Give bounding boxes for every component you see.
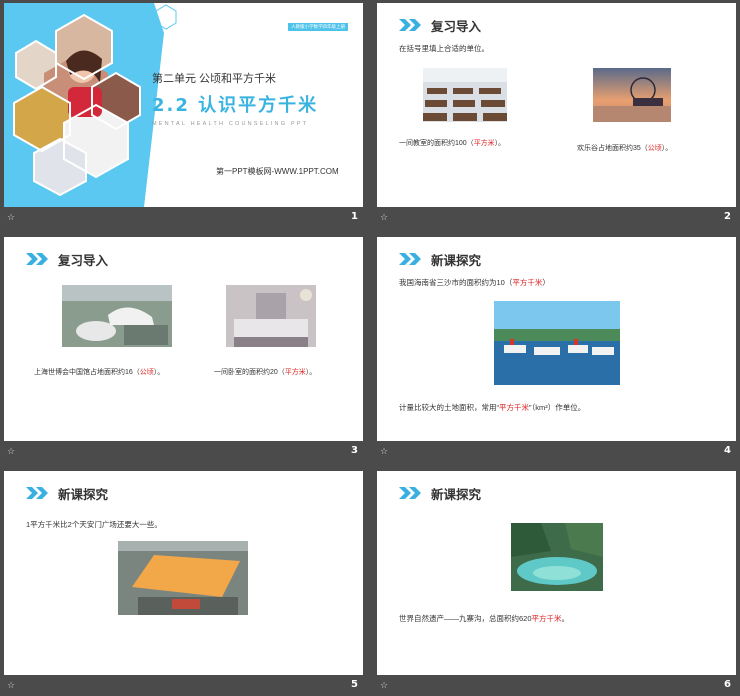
slide-1-footer: ☆ 1 bbox=[4, 207, 363, 229]
slide-thumbnail-1[interactable]: 人教版小学数学四年级上册 第二单元 公顷和平方千米 2.2 认识平方千米 MEN… bbox=[4, 3, 363, 229]
question-2: 欢乐谷占地面积约35（公顷）。 bbox=[577, 145, 673, 152]
unit-subtitle: 第二单元 公顷和平方千米 bbox=[152, 73, 277, 85]
instruction-text: 在括号里填上合适的单位。 bbox=[399, 44, 489, 53]
slide-number: 5 bbox=[351, 679, 358, 690]
double-chevron-icon bbox=[399, 19, 421, 31]
slide-heading: 复习导入 bbox=[26, 251, 109, 268]
jiuzhaigou-lake-photo bbox=[511, 523, 603, 591]
line-2: 计量比较大的土地面积，常用“平方千米”（km²）作单位。 bbox=[399, 403, 586, 412]
harbor-photo bbox=[494, 301, 620, 385]
answer-1: 公顷 bbox=[139, 369, 154, 376]
decorative-hexagons bbox=[155, 4, 177, 30]
double-chevron-icon bbox=[399, 253, 421, 265]
slide-number: 1 bbox=[351, 211, 358, 222]
slide-number: 2 bbox=[724, 211, 731, 222]
slide-heading: 新课探究 bbox=[26, 485, 109, 502]
heading-text: 新课探究 bbox=[431, 487, 482, 502]
english-tagline: MENTAL HEALTH COUNSELING PPT bbox=[152, 121, 309, 127]
expo-pavilion-photo bbox=[62, 285, 172, 347]
heading-text: 复习导入 bbox=[58, 253, 109, 268]
line-1: 我国海南省三沙市的面积约为10（平方千米） bbox=[399, 278, 550, 287]
slide-thumbnail-2[interactable]: 复习导入 在括号里填上合适的单位。 一间教室的面积约100（平方米）。 欢乐谷占… bbox=[377, 3, 736, 229]
tiananmen-square-photo bbox=[118, 541, 248, 615]
star-icon[interactable]: ☆ bbox=[380, 446, 390, 456]
slide-thumbnail-6[interactable]: 新课探究 世界自然遗产——九寨沟，总面积约620平方千米。 ☆ 6 bbox=[377, 471, 736, 696]
star-icon[interactable]: ☆ bbox=[7, 446, 17, 456]
slide-6: 新课探究 世界自然遗产——九寨沟，总面积约620平方千米。 bbox=[377, 471, 736, 675]
bedroom-photo bbox=[226, 285, 316, 347]
heading-text: 复习导入 bbox=[431, 19, 482, 34]
slide-thumbnail-4[interactable]: 新课探究 我国海南省三沙市的面积约为10（平方千米） 计量比较大的土地面积，常用… bbox=[377, 237, 736, 463]
hexagon-photo-collage bbox=[4, 3, 164, 207]
slide-3-footer: ☆ 3 bbox=[4, 441, 363, 463]
slide-thumbnail-3[interactable]: 复习导入 上海世博会中国馆占地面积约16（公顷）。 一间卧室的面积约20（平方米… bbox=[4, 237, 363, 463]
double-chevron-icon bbox=[26, 487, 48, 499]
answer-1: 平方千米 bbox=[531, 614, 562, 623]
site-credit: 第一PPT模板网-WWW.1PPT.COM bbox=[216, 167, 339, 176]
amusement-park-photo bbox=[593, 68, 671, 122]
line-1: 1平方千米比2个天安门广场还要大一些。 bbox=[26, 520, 162, 529]
slide-6-footer: ☆ 6 bbox=[377, 675, 736, 696]
slide-number: 6 bbox=[724, 679, 731, 690]
star-icon[interactable]: ☆ bbox=[380, 680, 390, 690]
slide-4-footer: ☆ 4 bbox=[377, 441, 736, 463]
answer-2: 公顷 bbox=[647, 145, 662, 152]
slide-2: 复习导入 在括号里填上合适的单位。 一间教室的面积约100（平方米）。 欢乐谷占… bbox=[377, 3, 736, 207]
question-2: 一间卧室的面积约20（平方米）。 bbox=[214, 369, 317, 376]
question-1: 一间教室的面积约100（平方米）。 bbox=[399, 140, 506, 147]
star-icon[interactable]: ☆ bbox=[7, 680, 17, 690]
slide-5-footer: ☆ 5 bbox=[4, 675, 363, 696]
slide-1: 人教版小学数学四年级上册 第二单元 公顷和平方千米 2.2 认识平方千米 MEN… bbox=[4, 3, 363, 207]
slide-2-footer: ☆ 2 bbox=[377, 207, 736, 229]
slide-number: 3 bbox=[351, 445, 358, 456]
answer-1: 平方千米 bbox=[512, 278, 543, 287]
answer-2: 平方米 bbox=[284, 369, 306, 376]
classroom-photo bbox=[423, 68, 507, 122]
star-icon[interactable]: ☆ bbox=[380, 212, 390, 222]
star-icon[interactable]: ☆ bbox=[7, 212, 17, 222]
lesson-title: 2.2 认识平方千米 bbox=[152, 95, 319, 116]
heading-text: 新课探究 bbox=[431, 253, 482, 268]
slide-heading: 新课探究 bbox=[399, 485, 482, 502]
slide-3: 复习导入 上海世博会中国馆占地面积约16（公顷）。 一间卧室的面积约20（平方米… bbox=[4, 237, 363, 441]
slide-number: 4 bbox=[724, 445, 731, 456]
answer-1: 平方米 bbox=[473, 140, 495, 147]
slide-4: 新课探究 我国海南省三沙市的面积约为10（平方千米） 计量比较大的土地面积，常用… bbox=[377, 237, 736, 441]
answer-2: 平方千米 bbox=[499, 403, 529, 412]
heading-text: 新课探究 bbox=[58, 487, 109, 502]
slide-5: 新课探究 1平方千米比2个天安门广场还要大一些。 bbox=[4, 471, 363, 675]
slide-thumbnail-5[interactable]: 新课探究 1平方千米比2个天安门广场还要大一些。 ☆ 5 bbox=[4, 471, 363, 696]
double-chevron-icon bbox=[26, 253, 48, 265]
textbook-badge: 人教版小学数学四年级上册 bbox=[288, 23, 348, 31]
slide-heading: 新课探究 bbox=[399, 251, 482, 268]
slide-heading: 复习导入 bbox=[399, 17, 482, 34]
line-1: 世界自然遗产——九寨沟，总面积约620平方千米。 bbox=[399, 614, 570, 623]
double-chevron-icon bbox=[399, 487, 421, 499]
question-1: 上海世博会中国馆占地面积约16（公顷）。 bbox=[34, 369, 165, 376]
